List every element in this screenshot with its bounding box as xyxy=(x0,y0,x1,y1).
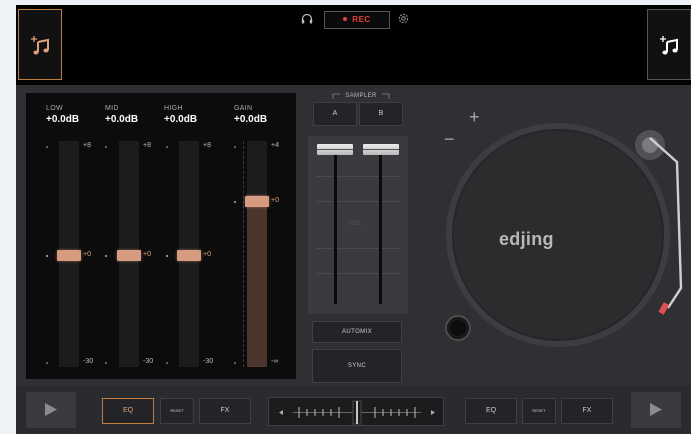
eq-high-label: HIGH xyxy=(164,105,183,112)
eq-high-top-tick: +8 xyxy=(203,142,211,149)
eq-high-bottom-tick: -30 xyxy=(203,358,214,365)
right-volume-track[interactable] xyxy=(379,154,382,304)
eq-high-fader-knob[interactable] xyxy=(177,250,201,261)
tick-dot xyxy=(234,201,236,203)
tick-dot xyxy=(105,255,107,257)
tick-dot xyxy=(105,362,107,364)
grid-line xyxy=(316,273,400,274)
eq-high-mid-tick: +0 xyxy=(203,251,211,258)
eq-high-value: +0.0dB xyxy=(164,114,198,125)
eq-mid-top-tick: +8 xyxy=(143,142,151,149)
gain-fader-track[interactable] xyxy=(247,141,267,367)
grid-line xyxy=(316,201,400,202)
dj-app: REC LOW +0.0dB +8 +0 -30 MID +0.0dB +8 +… xyxy=(16,5,691,434)
record-button[interactable]: REC xyxy=(324,11,390,29)
eq-mid-value: +0.0dB xyxy=(105,114,139,125)
gain-fader-knob[interactable] xyxy=(245,196,269,207)
eq-low-top-tick: +8 xyxy=(83,142,91,149)
gain-level-fill xyxy=(247,195,267,367)
gain-bottom-tick: -∞ xyxy=(271,358,279,365)
tick-dot xyxy=(46,362,48,364)
sync-button[interactable]: SYNC xyxy=(312,349,402,383)
tick-dot xyxy=(234,362,236,364)
tick-dot xyxy=(46,146,48,148)
grid-line xyxy=(316,248,400,249)
left-play-button[interactable] xyxy=(26,392,76,428)
gain-mid-tick: +0 xyxy=(271,197,279,204)
left-reset-button[interactable]: RESET xyxy=(160,398,194,424)
turntable[interactable] xyxy=(428,120,691,352)
tick-dot xyxy=(46,255,48,257)
automix-button[interactable]: AUTOMIX xyxy=(312,321,402,343)
right-fx-button[interactable]: FX xyxy=(561,398,613,424)
headphones-icon[interactable] xyxy=(301,13,313,24)
left-deck-load-button[interactable] xyxy=(18,9,62,80)
right-volume-fader[interactable] xyxy=(363,144,399,155)
eq-low-fader-knob[interactable] xyxy=(57,250,81,261)
gain-top-tick: +4 xyxy=(271,142,279,149)
left-volume-fader[interactable] xyxy=(317,144,353,155)
tick-dot xyxy=(166,362,168,364)
eq-mid-bottom-tick: -30 xyxy=(143,358,154,365)
eq-mid-label: MID xyxy=(105,105,119,112)
eq-panel: LOW +0.0dB +8 +0 -30 MID +0.0dB +8 +0 -3… xyxy=(26,93,296,379)
record-label: REC xyxy=(352,15,371,24)
play-icon xyxy=(45,403,57,416)
brand-logo: edjing xyxy=(499,229,554,249)
eq-mid-fader-knob[interactable] xyxy=(117,250,141,261)
vol-label: VOL xyxy=(348,221,362,227)
eq-low-label: LOW xyxy=(46,105,63,112)
record-dot-icon xyxy=(343,16,348,21)
left-eq-button[interactable]: EQ xyxy=(102,398,154,424)
sampler-title: SAMPLER xyxy=(345,93,377,99)
grid-line xyxy=(316,176,400,177)
tick-dot xyxy=(166,255,168,257)
crossfader-graphic xyxy=(279,400,435,425)
right-play-button[interactable] xyxy=(631,392,681,428)
eq-low-bottom-tick: -30 xyxy=(83,358,94,365)
tick-dot xyxy=(234,146,236,148)
left-fx-button[interactable]: FX xyxy=(199,398,251,424)
tick-dot xyxy=(166,146,168,148)
add-music-icon xyxy=(660,36,678,55)
right-eq-button[interactable]: EQ xyxy=(465,398,517,424)
right-reset-button[interactable]: RESET xyxy=(522,398,556,424)
bottom-bar: EQ RESET FX EQ RESET FX xyxy=(16,386,691,434)
gain-label: GAIN xyxy=(234,105,253,112)
right-deck-load-button[interactable] xyxy=(647,9,691,80)
gain-value: +0.0dB xyxy=(234,114,268,125)
top-bar: REC xyxy=(16,5,691,85)
eq-low-mid-tick: +0 xyxy=(83,251,91,258)
add-music-icon xyxy=(31,36,49,55)
eq-low-value: +0.0dB xyxy=(46,114,80,125)
crossfader[interactable] xyxy=(268,397,444,426)
eq-mid-mid-tick: +0 xyxy=(143,251,151,258)
sampler-b-button[interactable]: B xyxy=(359,102,403,126)
gear-icon[interactable] xyxy=(398,13,409,24)
play-icon xyxy=(650,403,662,416)
sampler-a-button[interactable]: A xyxy=(313,102,357,126)
left-volume-track[interactable] xyxy=(334,154,337,304)
tick-dot xyxy=(105,146,107,148)
volume-panel: VOL xyxy=(308,136,408,314)
gain-divider xyxy=(243,141,244,367)
